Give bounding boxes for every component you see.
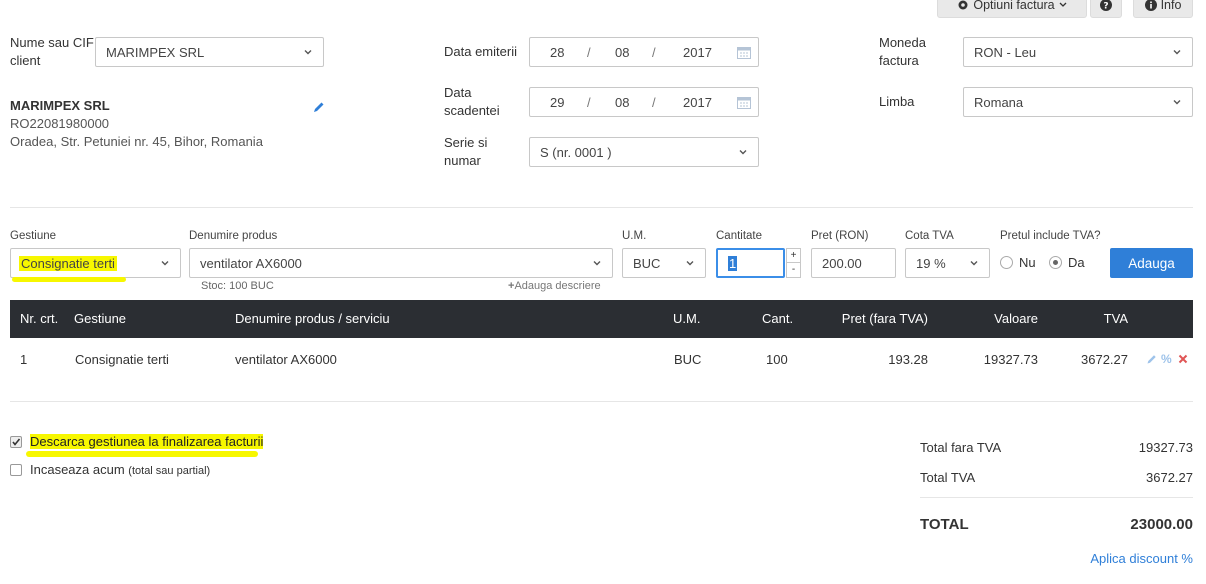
cell-tva: 3672.27 [1081, 352, 1128, 367]
cell-nr: 1 [20, 352, 28, 367]
edit-pencil-icon[interactable] [312, 100, 326, 114]
cell-pret: 193.28 [888, 352, 928, 367]
descarca-label[interactable]: Descarca gestiunea la finalizarea factur… [30, 434, 264, 449]
chevron-down-icon [970, 261, 978, 266]
table-row[interactable]: 1 Consignatie terti ventilator AX6000 BU… [10, 338, 1193, 382]
stoc-text: Stoc: 100 BUC [201, 280, 274, 292]
pret-label: Pret (RON) [811, 230, 869, 242]
question-icon: ? [1100, 0, 1112, 11]
total-tva-value: 3672.27 [1146, 470, 1193, 485]
section-divider [10, 207, 1193, 208]
descarca-checkbox[interactable] [10, 436, 22, 448]
data-emiterii-input[interactable]: 28 / 08 / 2017 [529, 37, 759, 67]
cell-denumire: ventilator AX6000 [235, 352, 337, 367]
incaseaza-checkbox[interactable] [10, 464, 22, 476]
gestiune-label: Gestiune [10, 230, 57, 242]
discount-percent-icon[interactable]: % [1161, 352, 1172, 366]
calendar-icon[interactable] [737, 46, 751, 59]
client-name: MARIMPEX SRL [10, 98, 110, 113]
client-address: Oradea, Str. Petuniei nr. 45, Bihor, Rom… [10, 134, 263, 149]
denumire-label: Denumire produs [189, 230, 278, 242]
data-emiterii-label: Data emiterii [444, 44, 517, 59]
chevron-down-icon [1059, 2, 1067, 7]
data-scadentei-label: Data scadentei [444, 85, 500, 118]
cantitate-label: Cantitate [716, 230, 763, 242]
info-icon [1144, 0, 1157, 11]
chevron-down-icon [739, 150, 747, 155]
gestiune-select[interactable]: Consignatie terti [10, 248, 181, 278]
radio-nu[interactable]: Nu [1000, 255, 1036, 270]
col-tva: TVA [1103, 311, 1128, 326]
serie-label: Serie si numar [444, 135, 488, 168]
chevron-down-icon [161, 261, 169, 266]
radio-da[interactable]: Da [1049, 255, 1085, 270]
totals-divider [920, 497, 1193, 498]
highlight-marker [12, 277, 126, 282]
cantitate-input[interactable]: 1 [716, 248, 785, 278]
increment-button[interactable]: + [787, 249, 800, 263]
include-tva-label: Pretul include TVA? [1000, 230, 1101, 242]
chevron-down-icon [1173, 100, 1181, 105]
limba-label: Limba [879, 94, 915, 109]
chevron-down-icon [686, 261, 694, 266]
edit-pencil-icon[interactable] [1146, 353, 1158, 365]
data-scadentei-input[interactable]: 29 / 08 / 2017 [529, 87, 759, 117]
client-cif: RO22081980000 [10, 116, 110, 131]
help-button[interactable]: ? [1090, 0, 1122, 18]
chevron-down-icon [593, 261, 601, 266]
highlight-marker [26, 451, 258, 457]
pret-input[interactable]: 200.00 [811, 248, 896, 278]
moneda-label: Moneda factura [879, 35, 926, 68]
cell-gestiune: Consignatie terti [75, 352, 169, 367]
check-icon [12, 438, 21, 446]
col-um: U.M. [673, 311, 701, 326]
section-divider [10, 401, 1193, 402]
cota-tva-label: Cota TVA [905, 230, 954, 242]
client-label: Nume sau CIF client [10, 35, 94, 68]
col-denumire: Denumire produs / serviciu [235, 311, 390, 326]
total-fara-tva-label: Total fara TVA [920, 440, 1002, 455]
moneda-select[interactable]: RON - Leu [963, 37, 1193, 67]
total-label: TOTAL [920, 516, 969, 533]
cell-cant: 100 [766, 352, 788, 367]
chevron-down-icon [1173, 50, 1181, 55]
um-label: U.M. [622, 230, 647, 242]
svg-text:?: ? [1103, 2, 1108, 12]
calendar-icon[interactable] [737, 96, 751, 109]
total-value: 23000.00 [1130, 516, 1193, 533]
cell-valoare: 19327.73 [983, 352, 1038, 367]
info-button[interactable]: Info [1133, 0, 1193, 18]
radio-nu-circle[interactable] [1000, 256, 1013, 269]
optiuni-factura-button[interactable]: Optiuni factura [937, 0, 1087, 18]
client-select[interactable]: MARIMPEX SRL [95, 37, 324, 67]
adauga-button[interactable]: Adauga [1110, 248, 1193, 278]
cota-tva-select[interactable]: 19 % [905, 248, 990, 278]
total-fara-tva-value: 19327.73 [1138, 440, 1193, 455]
col-valoare: Valoare [994, 311, 1038, 326]
cell-um: BUC [674, 352, 702, 367]
col-nr-crt: Nr. crt. [20, 311, 59, 326]
um-select[interactable]: BUC [622, 248, 706, 278]
limba-select[interactable]: Romana [963, 87, 1193, 117]
denumire-select[interactable]: ventilator AX6000 [189, 248, 613, 278]
col-pret: Pret (fara TVA) [841, 311, 928, 326]
cantitate-stepper[interactable]: + - [786, 248, 801, 278]
total-tva-label: Total TVA [920, 470, 976, 485]
incaseaza-label[interactable]: Incaseaza acum (total sau partial) [30, 462, 210, 477]
table-header: Nr. crt. Gestiune Denumire produs / serv… [10, 300, 1193, 338]
delete-icon[interactable] [1178, 354, 1188, 364]
col-cant: Cant. [762, 311, 794, 326]
chevron-down-icon [304, 50, 312, 55]
gear-icon [958, 0, 968, 10]
adauga-descriere-link[interactable]: +Adauga descriere [508, 280, 601, 292]
serie-select[interactable]: S (nr. 0001 ) [529, 137, 759, 167]
decrement-button[interactable]: - [787, 263, 800, 277]
aplica-discount-link[interactable]: Aplica discount % [1090, 551, 1193, 566]
col-gestiune: Gestiune [74, 311, 127, 326]
radio-da-circle[interactable] [1049, 256, 1062, 269]
